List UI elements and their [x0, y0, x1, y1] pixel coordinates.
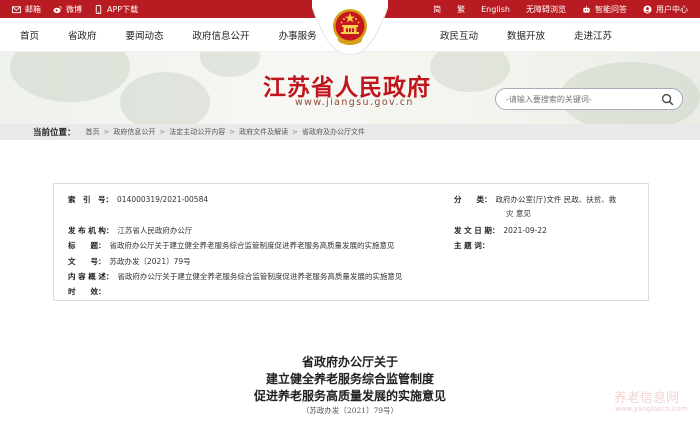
search-box [495, 88, 683, 110]
robot-icon [583, 5, 590, 13]
breadcrumb-separator: > [103, 128, 110, 136]
category-value-cont: 灾 意见 [506, 209, 531, 218]
weibo-icon [53, 5, 62, 13]
info-row-validity: 时 效： [68, 286, 106, 297]
breadcrumb-separator: > [292, 128, 299, 136]
weibo-link[interactable]: 微博 [53, 4, 82, 15]
info-row-date: 发 文 日 期： 2021-09-22 [454, 225, 547, 236]
article-title-line-3: 促进养老服务高质量发展的实施意见 [253, 389, 446, 403]
app-download-label: APP下载 [107, 4, 139, 14]
header-banner: 江苏省人民政府 www.jiangsu.gov.cn [0, 52, 700, 124]
breadcrumb-item-info-disclosure[interactable]: 政府信息公开 [113, 127, 155, 137]
article-doc-number: （苏政办发〔2021〕79号） [301, 406, 399, 415]
document-info-table: 索 引 号： 014000319/2021-00584 分 类： 政府办公室(厅)文… [53, 183, 649, 301]
user-center-label: 用户中心 [656, 4, 688, 14]
title-value: 省政府办公厅关于建立健全养老服务综合监管制度促进养老服务高质量发展的实施意见 [109, 241, 395, 250]
category-key: 分 类： [454, 195, 492, 204]
date-key: 发 文 日 期： [454, 226, 500, 235]
phone-icon [95, 4, 102, 14]
issuer-key: 发 布 机 构： [68, 226, 114, 235]
site-url: www.jiangsu.gov.cn [295, 97, 414, 108]
breadcrumb-separator: > [229, 128, 236, 136]
user-center-link[interactable]: 用户中心 [643, 4, 688, 15]
info-row-category-cont: 灾 意见 [502, 208, 531, 219]
index-value: 014000319/2021-00584 [117, 195, 209, 204]
watermark-text: 养老信息网 [614, 391, 680, 406]
issuer-value: 江苏省人民政府办公厅 [117, 226, 193, 235]
info-row-index: 索 引 号： 014000319/2021-00584 [68, 194, 208, 205]
validity-key: 时 效： [68, 287, 106, 296]
nav-item-about-jiangsu[interactable]: 走进江苏 [574, 28, 612, 42]
nav-item-info-disclosure[interactable]: 政府信息公开 [193, 28, 250, 42]
category-value: 政府办公室(厅)文件 民政、扶贫、救 [495, 195, 617, 204]
info-row-title: 标 题： 省政府办公厅关于建立健全养老服务综合监管制度促进养老服务高质量发展的实施… [68, 240, 395, 251]
simplified-label: 简 [433, 4, 442, 14]
nav-item-interaction[interactable]: 政民互动 [440, 28, 478, 42]
search-icon[interactable] [661, 93, 674, 106]
breadcrumb-item-provincial-documents[interactable]: 省政府及办公厅文件 [302, 127, 365, 137]
traditional-label: 繁 [457, 4, 466, 14]
top-bar-left: 邮箱 微博 APP下载 [12, 4, 150, 15]
info-row-subject: 主 题 词： [454, 240, 489, 251]
nav-item-news[interactable]: 要闻动态 [126, 28, 164, 42]
traditional-chinese-link[interactable]: 繁 [457, 4, 465, 15]
date-value: 2021-09-22 [503, 226, 547, 235]
accessibility-link[interactable]: 无障碍浏览 [526, 4, 566, 15]
article-title-line-2: 建立健全养老服务综合监管制度 [265, 372, 434, 386]
nav-item-services[interactable]: 办事服务 [279, 28, 317, 42]
watermark-url: www.yanglaocn.com [615, 405, 688, 413]
smart-qa-label: 智能问答 [595, 4, 627, 14]
english-link[interactable]: English [481, 5, 510, 14]
user-icon [643, 4, 652, 14]
english-label: English [481, 4, 510, 14]
info-row-category: 分 类： 政府办公室(厅)文件 民政、扶贫、救 [454, 194, 616, 205]
breadcrumb-label: 当前位置： [33, 128, 76, 138]
breadcrumb-separator: > [159, 128, 166, 136]
breadcrumb-item-statutory-content[interactable]: 法定主动公开内容 [169, 127, 225, 137]
accessibility-label: 无障碍浏览 [526, 4, 566, 14]
info-row-docno: 文 号： 苏政办发〔2021〕79号 [68, 256, 191, 267]
top-bar-right: 简 繁 English 无障碍浏览 智能问答 用户中心 [417, 4, 688, 15]
national-emblem-icon[interactable] [312, 0, 388, 58]
summary-key: 内 容 概 述： [68, 272, 114, 281]
mail-label: 邮箱 [25, 4, 41, 14]
breadcrumb: 当前位置： 首页 > 政府信息公开 > 法定主动公开内容 > 政府文件及解读 >… [0, 124, 700, 140]
breadcrumb-item-gov-documents[interactable]: 政府文件及解读 [239, 127, 288, 137]
breadcrumb-item-home[interactable]: 首页 [86, 127, 100, 137]
mail-icon [12, 5, 21, 13]
search-input[interactable] [506, 94, 656, 104]
app-download-link[interactable]: APP下载 [94, 4, 138, 15]
smart-qa-link[interactable]: 智能问答 [582, 4, 627, 15]
decor-leaf [10, 52, 130, 102]
decor-leaf [200, 52, 260, 77]
index-key: 索 引 号： [68, 195, 113, 204]
decor-leaf [120, 72, 210, 124]
nav-left-group: 首页 省政府 要闻动态 政府信息公开 办事服务 [20, 18, 346, 52]
summary-value: 省政府办公厅关于建立健全养老服务综合监管制度促进养老服务高质量发展的实施意见 [117, 272, 403, 281]
docno-value: 苏政办发〔2021〕79号 [109, 257, 191, 266]
article-title-line-1: 省政府办公厅关于 [301, 355, 398, 369]
simplified-chinese-link[interactable]: 简 [433, 4, 441, 15]
nav-item-home[interactable]: 首页 [20, 28, 39, 42]
nav-right-group: 政民互动 数据开放 走进江苏 [440, 18, 641, 52]
mail-link[interactable]: 邮箱 [12, 4, 41, 15]
info-row-issuer: 发 布 机 构： 江苏省人民政府办公厅 [68, 225, 192, 236]
nav-item-provincial-government[interactable]: 省政府 [68, 28, 97, 42]
title-key: 标 题： [68, 241, 106, 250]
info-row-summary: 内 容 概 述： 省政府办公厅关于建立健全养老服务综合监管制度促进养老服务高质量发… [68, 271, 402, 282]
weibo-label: 微博 [66, 4, 82, 14]
decor-leaf [430, 52, 510, 92]
subject-key: 主 题 词： [454, 241, 490, 250]
docno-key: 文 号： [68, 257, 106, 266]
nav-item-open-data[interactable]: 数据开放 [507, 28, 545, 42]
